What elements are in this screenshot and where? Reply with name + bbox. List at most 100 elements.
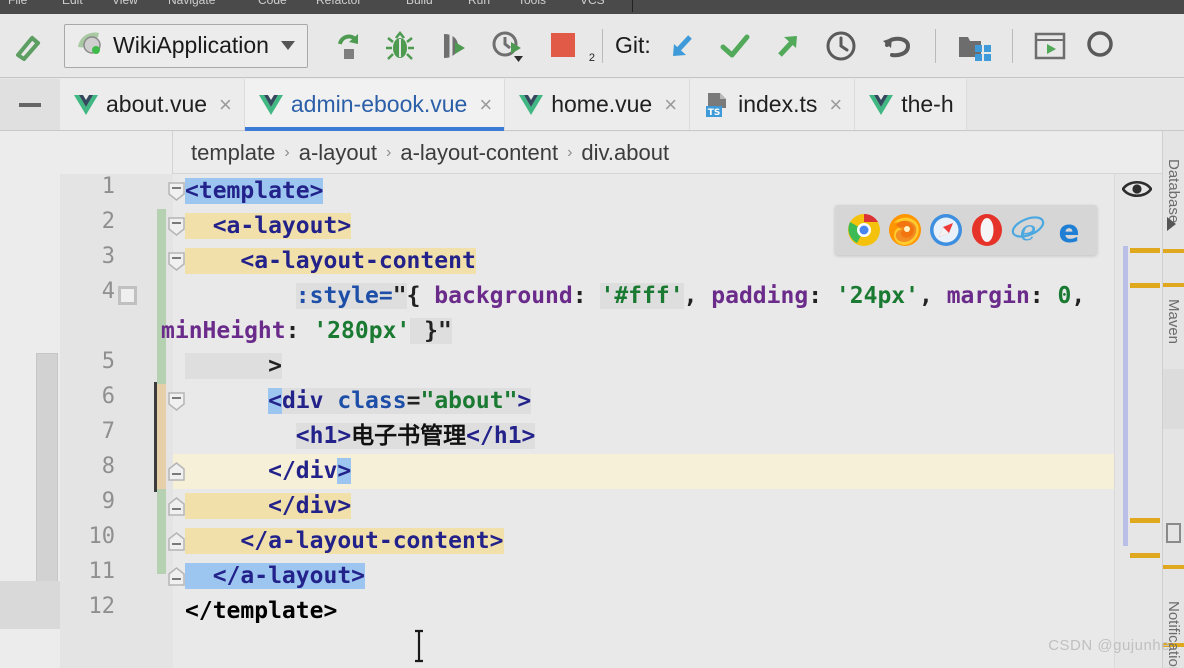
change-marker[interactable] [1130,283,1160,288]
code-line-11[interactable]: </a-layout> [185,559,366,594]
close-icon[interactable]: × [660,93,677,116]
code-line-1[interactable]: <template> [185,174,324,209]
line-number: 11 [88,559,116,584]
code-line-3[interactable]: <a-layout-content [185,244,476,279]
debug-bug-icon[interactable] [374,30,426,62]
collapse-minus-icon[interactable] [0,79,60,130]
toolbar-divider-2 [934,28,936,63]
vue-file-icon [519,94,544,115]
stop-icon[interactable]: 2 [536,32,595,64]
rollback-undo-icon[interactable] [869,29,925,63]
code-editor[interactable]: 1 2 3 4 5 6 7 8 9 10 11 12 <template> <a… [60,174,1114,668]
vcs-added-marker[interactable] [157,209,166,384]
run-configuration-selector[interactable]: WikiApplication [64,23,308,68]
code-line-9[interactable]: </div> [185,489,352,524]
tab-admin-ebook-vue[interactable]: admin-ebook.vue × [244,79,506,131]
strip-box-icon[interactable] [1166,523,1181,543]
svg-text:e: e [1058,214,1079,247]
chevron-right-icon[interactable] [1167,217,1176,231]
bookmark-checkbox-icon[interactable] [118,286,137,305]
change-marker[interactable] [1130,553,1160,558]
internet-explorer-icon[interactable]: e [1011,213,1045,247]
search-icon[interactable] [1079,29,1125,63]
menu-item-build[interactable]: Build [406,0,433,6]
main-menu-bar[interactable]: File Edit View Navigate Code Refactor Bu… [0,0,1184,14]
menu-item-code[interactable]: Code [258,0,287,6]
vcs-added-marker-2[interactable] [157,489,166,574]
left-scrollbar-thumb[interactable] [36,353,58,593]
edge-icon[interactable]: e [1052,213,1086,250]
code-line-12[interactable]: </template> [185,594,337,629]
code-line-4-wrap[interactable]: minHeight: '280px' }" [161,314,452,349]
change-marker[interactable] [1130,248,1160,253]
close-icon[interactable]: × [825,93,842,116]
eye-preview-icon[interactable] [1121,178,1153,200]
tab-about-vue[interactable]: about.vue × [60,79,245,130]
update-project-icon[interactable] [657,30,709,62]
history-clock-icon[interactable] [813,29,869,63]
editor-gutter[interactable]: 1 2 3 4 5 6 7 8 9 10 11 12 [60,174,185,668]
style-margin-value: 0 [1057,283,1072,309]
tab-the-h[interactable]: the-h [855,79,967,130]
editor-right-gutter[interactable] [1114,174,1162,668]
browser-preview-popup[interactable]: e e [835,205,1097,255]
breadcrumb-separator: › [386,143,392,161]
menu-item-edit[interactable]: Edit [62,0,83,6]
code-line-5-text: > [185,353,282,379]
menu-item-refactor[interactable]: Refactor [316,0,361,6]
code-line-7[interactable]: <h1>电子书管理</h1> [185,419,536,454]
menu-item-vcs[interactable]: VCS [580,0,605,6]
build-hammer-icon[interactable] [0,29,58,63]
line-number: 3 [101,244,115,269]
tool-window-database[interactable]: Database [1165,159,1182,223]
run-window-icon[interactable] [1023,31,1079,61]
code-line-6[interactable]: <div class="about"> [185,384,532,419]
div-class-value: about [434,388,504,414]
profiler-icon[interactable] [478,29,536,63]
vcs-modified-marker[interactable] [157,384,166,489]
code-line-2[interactable]: <a-layout> [185,209,352,244]
menu-item-view[interactable]: View [112,0,138,6]
close-icon[interactable]: × [475,93,492,116]
line-number: 12 [88,594,116,619]
rerun-icon[interactable] [322,30,374,62]
editor-tab-bar: about.vue × admin-ebook.vue × home.vue ×… [0,79,1184,131]
breadcrumb-separator: › [284,143,290,161]
chevron-down-icon[interactable] [280,41,295,50]
menu-item-tools[interactable]: Tools [518,0,546,6]
stop-badge-count: 2 [588,51,595,64]
code-line-10[interactable]: </a-layout-content> [185,524,504,559]
code-line-5[interactable]: > [185,349,282,384]
style-padding-value: '24px' [835,283,919,309]
push-arrow-icon[interactable] [761,30,813,62]
code-line-8[interactable]: </div> [185,454,352,489]
breadcrumb-item-a-layout-content[interactable]: a-layout-content [400,140,558,166]
breadcrumb-item-template[interactable]: template [191,140,275,166]
right-tool-window-strip[interactable]: Database Maven Notifications [1162,131,1184,668]
project-structure-icon[interactable] [946,31,1002,61]
tool-window-maven[interactable]: Maven [1165,299,1182,344]
tab-home-vue[interactable]: home.vue × [505,79,691,130]
menu-item-file[interactable]: File [8,0,27,6]
code-line-4[interactable]: :style="{ background: '#fff', padding: '… [185,279,1085,314]
run-with-coverage-icon[interactable] [426,30,478,62]
safari-icon[interactable] [929,213,963,247]
change-marker[interactable] [1130,518,1160,523]
line-number: 9 [101,489,115,514]
commit-check-icon[interactable] [709,30,761,62]
menu-item-run[interactable]: Run [468,0,490,6]
menu-item-navigate[interactable]: Navigate [168,0,215,6]
strip-marker [1163,249,1184,253]
breadcrumb-item-div-about[interactable]: div.about [581,140,669,166]
chrome-icon[interactable] [847,213,881,247]
watermark: CSDN @gujunhe [1048,637,1170,654]
opera-icon[interactable] [970,213,1004,247]
close-icon[interactable]: × [215,93,232,116]
tab-label: about.vue [106,91,208,117]
breadcrumb-item-a-layout[interactable]: a-layout [299,140,377,166]
firefox-icon[interactable] [888,213,922,247]
tool-window-notifications[interactable]: Notifications [1165,601,1182,668]
tab-index-ts[interactable]: TS index.ts × [690,79,856,130]
vue-file-icon [869,94,894,115]
main-toolbar: WikiApplication 2 Git: [0,14,1184,78]
